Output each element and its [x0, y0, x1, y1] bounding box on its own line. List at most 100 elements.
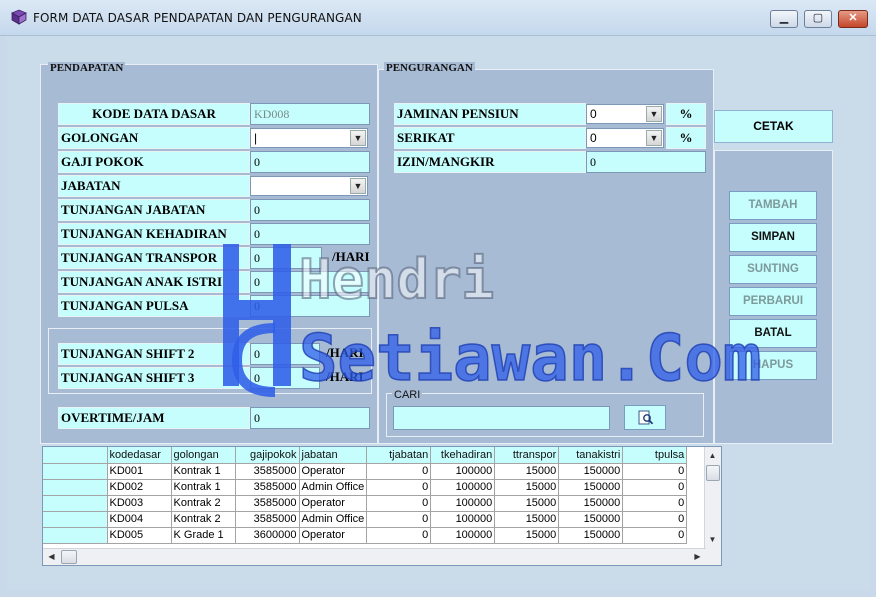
- vertical-scroll-thumb[interactable]: [706, 465, 720, 481]
- perbarui-button[interactable]: PERBARUI: [729, 287, 817, 316]
- chevron-down-icon[interactable]: ▼: [350, 178, 366, 194]
- table-cell[interactable]: 15000: [494, 463, 560, 480]
- table-cell[interactable]: 15000: [494, 479, 560, 496]
- table-cell[interactable]: 3585000: [235, 479, 300, 496]
- column-header[interactable]: tkehadiran: [430, 447, 496, 464]
- chevron-down-icon[interactable]: ▼: [350, 130, 366, 146]
- row-selector[interactable]: [43, 463, 108, 480]
- table-cell[interactable]: 15000: [494, 511, 560, 528]
- table-cell[interactable]: 150000: [558, 511, 624, 528]
- horizontal-scroll-thumb[interactable]: [61, 550, 77, 564]
- table-cell[interactable]: 0: [622, 479, 688, 496]
- table-cell[interactable]: Kontrak 2: [171, 511, 236, 528]
- scroll-up-icon[interactable]: ▲: [705, 448, 720, 463]
- sunting-button[interactable]: SUNTING: [729, 255, 817, 284]
- table-cell[interactable]: 0: [366, 511, 432, 528]
- table-cell[interactable]: KD002: [107, 479, 172, 496]
- table-cell[interactable]: 0: [366, 479, 432, 496]
- table-cell[interactable]: 150000: [558, 479, 624, 496]
- jaminan-pensiun-combo[interactable]: 0 ▼: [586, 104, 664, 124]
- table-cell[interactable]: 100000: [430, 479, 496, 496]
- table-cell[interactable]: 0: [622, 527, 688, 544]
- row-selector[interactable]: [43, 495, 108, 512]
- table-cell[interactable]: Kontrak 1: [171, 463, 236, 480]
- tunjangan-jabatan-field[interactable]: 0: [250, 199, 370, 221]
- column-header[interactable]: gajipokok: [235, 447, 300, 464]
- table-cell[interactable]: 100000: [430, 463, 496, 480]
- table-cell[interactable]: 3585000: [235, 463, 300, 480]
- horizontal-scrollbar[interactable]: ◀ ▶: [43, 548, 706, 565]
- table-row[interactable]: KD004 Kontrak 2 3585000 Admin Office 0 100000…: [43, 511, 688, 528]
- table-cell[interactable]: Admin Office: [299, 479, 368, 496]
- serikat-combo[interactable]: 0 ▼: [586, 128, 664, 148]
- shift3-field[interactable]: 0: [250, 367, 320, 389]
- overtime-field[interactable]: 0: [250, 407, 370, 429]
- table-cell[interactable]: 100000: [430, 527, 496, 544]
- simpan-button[interactable]: SIMPAN: [729, 223, 817, 252]
- table-cell[interactable]: 0: [622, 495, 688, 512]
- data-grid[interactable]: kodedasar golongan gajipokok jabatan tja…: [42, 446, 722, 566]
- table-cell[interactable]: KD004: [107, 511, 172, 528]
- table-row[interactable]: KD001 Kontrak 1 3585000 Operator 0 100000 1500…: [43, 463, 688, 480]
- table-cell[interactable]: 3585000: [235, 511, 300, 528]
- table-cell[interactable]: Kontrak 2: [171, 495, 236, 512]
- search-input[interactable]: [393, 406, 610, 430]
- batal-button[interactable]: BATAL: [729, 319, 817, 348]
- table-cell[interactable]: 100000: [430, 495, 496, 512]
- table-row[interactable]: KD002 Kontrak 1 3585000 Admin Office 0 100000…: [43, 479, 688, 496]
- tunjangan-kehadiran-field[interactable]: 0: [250, 223, 370, 245]
- scroll-right-icon[interactable]: ▶: [690, 549, 705, 564]
- column-header[interactable]: golongan: [171, 447, 236, 464]
- table-cell[interactable]: K Grade 1: [171, 527, 236, 544]
- table-cell[interactable]: 3600000: [235, 527, 300, 544]
- cetak-button[interactable]: CETAK: [714, 110, 833, 143]
- izin-mangkir-field[interactable]: 0: [586, 151, 706, 173]
- jabatan-combo[interactable]: ▼: [250, 176, 368, 196]
- maximize-button[interactable]: ▢: [804, 10, 832, 28]
- column-header[interactable]: tanakistri: [558, 447, 624, 464]
- tunjangan-pulsa-field[interactable]: 0: [250, 295, 370, 317]
- table-cell[interactable]: KD001: [107, 463, 172, 480]
- gaji-pokok-field[interactable]: 0: [250, 151, 370, 173]
- table-cell[interactable]: 100000: [430, 511, 496, 528]
- hapus-button[interactable]: HAPUS: [729, 351, 817, 380]
- table-cell[interactable]: 15000: [494, 527, 560, 544]
- table-row[interactable]: KD005 K Grade 1 3600000 Operator 0 100000 1500…: [43, 527, 688, 544]
- scroll-left-icon[interactable]: ◀: [44, 549, 59, 564]
- table-cell[interactable]: 150000: [558, 495, 624, 512]
- row-selector[interactable]: [43, 527, 108, 544]
- table-cell[interactable]: 0: [366, 495, 432, 512]
- column-header[interactable]: ttranspor: [494, 447, 560, 464]
- close-button[interactable]: ✕: [838, 10, 868, 28]
- table-cell[interactable]: KD005: [107, 527, 172, 544]
- tunjangan-anak-istri-field[interactable]: 0: [250, 271, 370, 293]
- row-selector[interactable]: [43, 511, 108, 528]
- column-header[interactable]: kodedasar: [107, 447, 172, 464]
- kode-field[interactable]: KD008: [250, 103, 370, 125]
- search-button[interactable]: [624, 405, 666, 430]
- table-row[interactable]: KD003 Kontrak 2 3585000 Operator 0 100000 1500…: [43, 495, 688, 512]
- row-selector[interactable]: [43, 479, 108, 496]
- table-cell[interactable]: 3585000: [235, 495, 300, 512]
- chevron-down-icon[interactable]: ▼: [646, 106, 662, 122]
- table-cell[interactable]: 0: [622, 463, 688, 480]
- golongan-combo[interactable]: | ▼: [250, 128, 368, 148]
- chevron-down-icon[interactable]: ▼: [646, 130, 662, 146]
- table-cell[interactable]: 0: [366, 463, 432, 480]
- vertical-scrollbar[interactable]: ▲ ▼: [704, 447, 721, 565]
- table-cell[interactable]: 150000: [558, 527, 624, 544]
- table-cell[interactable]: 150000: [558, 463, 624, 480]
- table-cell[interactable]: KD003: [107, 495, 172, 512]
- tunjangan-transpor-field[interactable]: 0: [250, 247, 322, 269]
- table-cell[interactable]: Operator: [299, 463, 368, 480]
- column-header[interactable]: tpulsa: [622, 447, 688, 464]
- table-cell[interactable]: 0: [622, 511, 688, 528]
- shift2-field[interactable]: 0: [250, 343, 320, 365]
- column-header[interactable]: tjabatan: [366, 447, 432, 464]
- table-cell[interactable]: Kontrak 1: [171, 479, 236, 496]
- scroll-down-icon[interactable]: ▼: [705, 532, 720, 547]
- column-header[interactable]: jabatan: [299, 447, 368, 464]
- table-cell[interactable]: 15000: [494, 495, 560, 512]
- table-cell[interactable]: Operator: [299, 527, 368, 544]
- minimize-button[interactable]: ▁: [770, 10, 798, 28]
